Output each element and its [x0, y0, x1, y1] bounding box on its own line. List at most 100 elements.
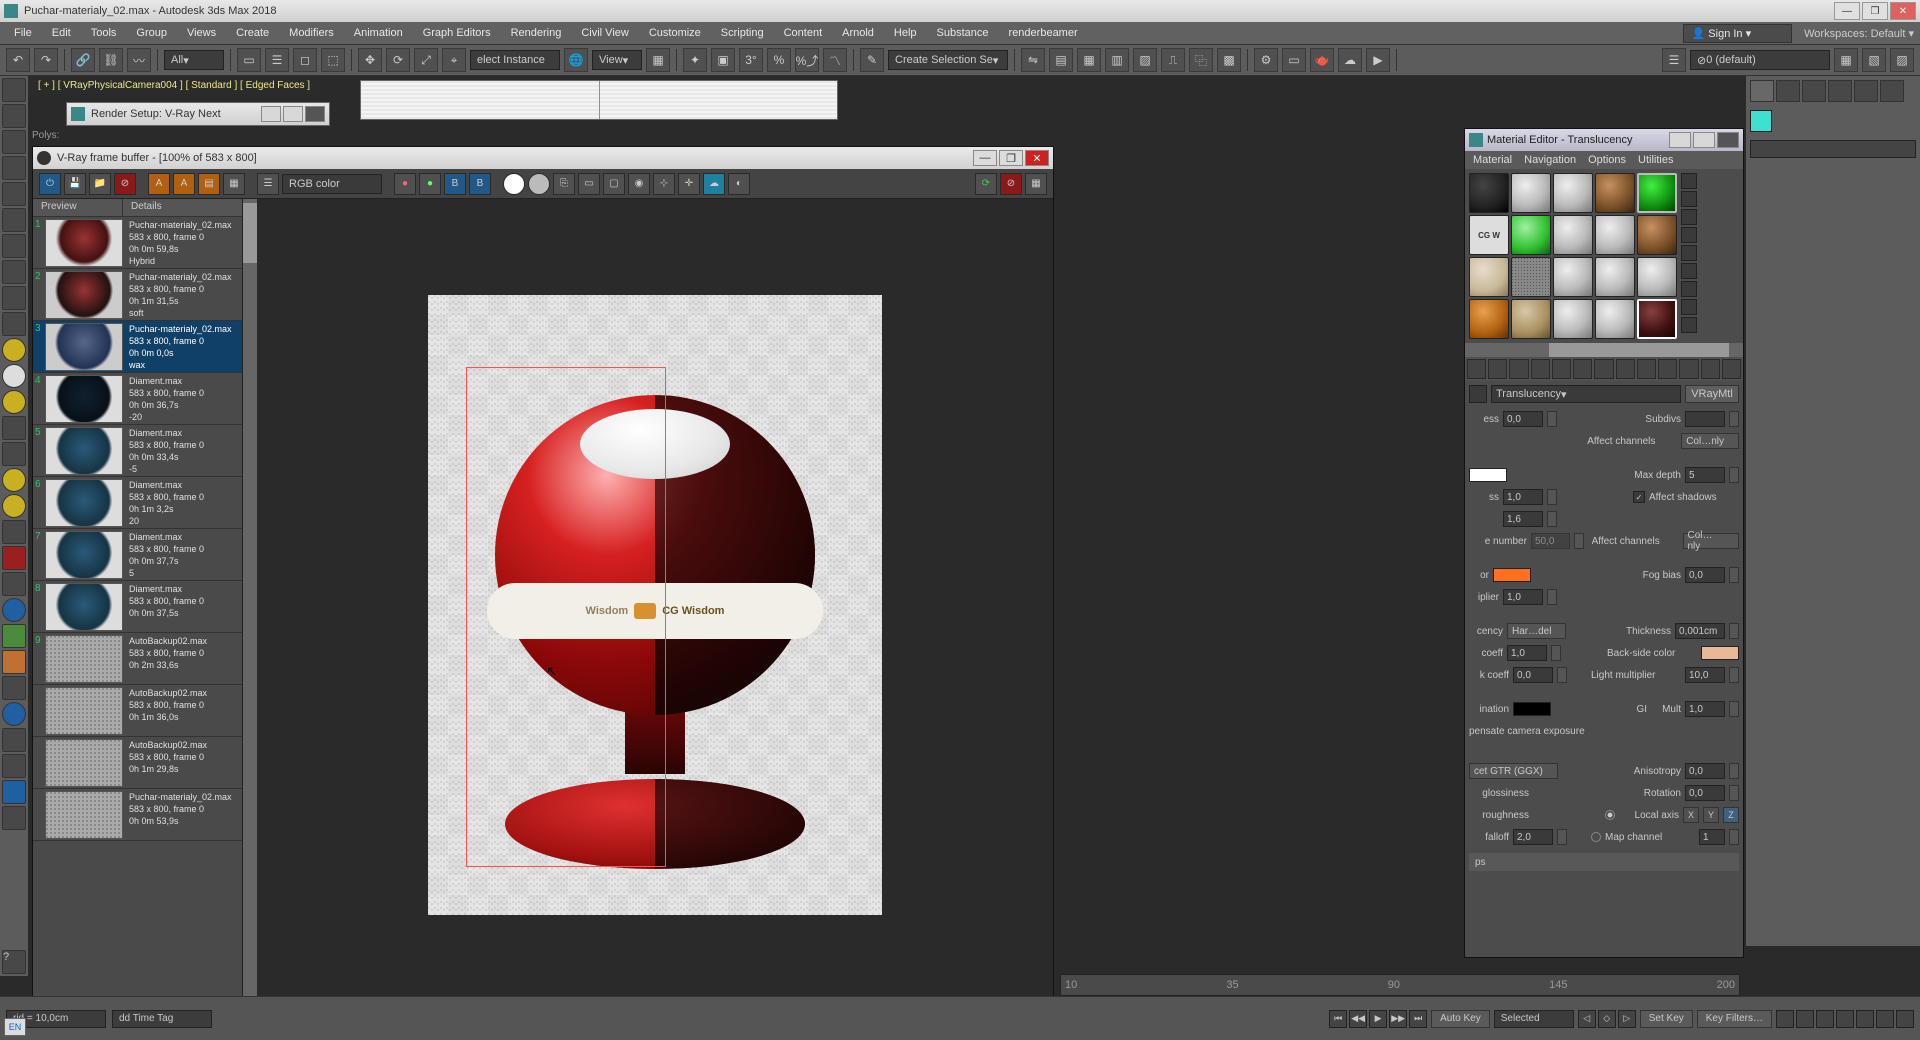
vfb-link-icon[interactable]: ◉ — [628, 173, 650, 195]
mat-slot[interactable] — [1553, 257, 1593, 297]
param-ination-swatch[interactable] — [1513, 702, 1551, 716]
param-localaxis-radio[interactable] — [1605, 810, 1615, 820]
cmd-uv-icon[interactable] — [2, 780, 26, 804]
menu-animation[interactable]: Animation — [346, 25, 411, 41]
vfb-close[interactable]: ✕ — [1025, 150, 1049, 166]
setkey-button[interactable]: Set Key — [1640, 1010, 1693, 1028]
menu-grapheditors[interactable]: Graph Editors — [415, 25, 499, 41]
selectname-button[interactable]: ☰ — [265, 48, 289, 72]
viewport-label[interactable]: [ + ] [ VRayPhysicalCamera004 ] [ Standa… — [28, 76, 320, 94]
spinner[interactable] — [1729, 467, 1739, 483]
rotate-button[interactable]: ⟳ — [386, 48, 410, 72]
cmd-display-tab[interactable] — [1854, 80, 1878, 102]
spinner-snap-button[interactable]: %⤴ — [795, 48, 819, 72]
spinner[interactable] — [1729, 829, 1739, 845]
angle-snap-button[interactable]: 3° — [739, 48, 763, 72]
cmd-cone-icon[interactable] — [2, 416, 26, 440]
mat-slot[interactable] — [1553, 215, 1593, 255]
menu-edit[interactable]: Edit — [44, 25, 79, 41]
param-mapchannel-value[interactable]: 1 — [1699, 829, 1725, 845]
nav-zoomext-icon[interactable] — [1816, 1010, 1834, 1028]
spinner[interactable] — [1551, 645, 1561, 661]
render-online-button[interactable]: ☁ — [1338, 48, 1362, 72]
medit-side-light-icon[interactable] — [1681, 209, 1697, 225]
cmd-sphere-blue-icon[interactable] — [2, 598, 26, 622]
reference-field[interactable]: elect Instance — [470, 50, 560, 70]
percent-snap-button[interactable]: % — [767, 48, 791, 72]
cmd-grid-icon[interactable] — [2, 156, 26, 180]
render-setup-maximize[interactable] — [283, 106, 303, 122]
medit-show-icon[interactable] — [1637, 359, 1656, 379]
mat-slot[interactable] — [1553, 299, 1593, 339]
cmd-sphere-white-icon[interactable] — [2, 364, 26, 388]
param-falloff-value[interactable]: 2,0 — [1513, 829, 1553, 845]
medit-sibling-icon[interactable] — [1701, 359, 1720, 379]
vfb-region-selection[interactable] — [466, 367, 666, 867]
cmd-dropdown[interactable] — [1750, 140, 1916, 158]
param-ess-value[interactable]: 0,0 — [1503, 411, 1543, 427]
history-row[interactable]: 3Puchar-materialy_02.max 583 x 800, fram… — [33, 321, 242, 373]
spinner[interactable] — [1547, 589, 1557, 605]
curve-button[interactable]: ⎍ — [1161, 48, 1185, 72]
viewport-thumbnail[interactable] — [360, 80, 838, 120]
medit-side-final-icon[interactable] — [1681, 317, 1697, 333]
vfb-stop-icon[interactable]: ⊘ — [1000, 173, 1022, 195]
ex2-button[interactable]: ▧ — [1862, 48, 1886, 72]
medit-side-back-icon[interactable] — [1681, 191, 1697, 207]
bind-button[interactable]: 〰 — [127, 48, 151, 72]
cmd-sphere-yellow2-icon[interactable] — [2, 390, 26, 414]
goto-start-icon[interactable]: ⏮ — [1329, 1010, 1347, 1028]
align-button[interactable]: ▤ — [1049, 48, 1073, 72]
cmd-pen-icon[interactable] — [2, 546, 26, 570]
render-setup-window[interactable]: Render Setup: V-Ray Next — [66, 102, 330, 126]
history-row[interactable]: 2Puchar-materialy_02.max 583 x 800, fram… — [33, 269, 242, 321]
medit-button[interactable]: ▩ — [1217, 48, 1241, 72]
keyfilters-button[interactable]: Key Filters… — [1697, 1010, 1772, 1028]
vfb-mono-icon[interactable] — [503, 173, 525, 195]
restore-button[interactable]: ❐ — [1862, 2, 1888, 20]
param-fogbias-value[interactable]: 0,0 — [1685, 567, 1725, 583]
vfb-r-icon[interactable]: ● — [394, 173, 416, 195]
param-affectch-dropdown[interactable]: Col…nly — [1681, 433, 1739, 449]
mat-slot[interactable] — [1511, 215, 1551, 255]
medit-material-name[interactable]: Translucency ▾ — [1491, 385, 1681, 403]
param-thickness-value[interactable]: 0,001cm — [1675, 623, 1725, 639]
close-button[interactable]: ✕ — [1890, 2, 1916, 20]
vfb-minimize[interactable]: — — [973, 150, 997, 166]
undo-button[interactable]: ↶ — [6, 48, 30, 72]
namedset-button[interactable]: ✎ — [860, 48, 884, 72]
mat-slot[interactable] — [1637, 257, 1677, 297]
vfb-center-icon[interactable]: ✛ — [678, 173, 700, 195]
select-filter[interactable]: All ▾ — [164, 50, 224, 70]
menu-civilview[interactable]: Civil View — [573, 25, 636, 41]
vfb-power-icon[interactable]: ⏻ — [39, 173, 61, 195]
cmd-misc-icon[interactable] — [2, 806, 26, 830]
render-last-button[interactable]: ▶ — [1366, 48, 1390, 72]
menu-help[interactable]: Help — [886, 25, 925, 41]
history-preview-header[interactable]: Preview — [33, 199, 123, 216]
menu-tools[interactable]: Tools — [83, 25, 125, 41]
mat-slot[interactable] — [1511, 173, 1551, 213]
edit-named-button[interactable]: 〽 — [823, 48, 847, 72]
rectsel-button[interactable]: ◻ — [293, 48, 317, 72]
param-rotation-value[interactable]: 0,0 — [1685, 785, 1725, 801]
vfb-b-icon[interactable]: B — [444, 173, 466, 195]
menu-customize[interactable]: Customize — [641, 25, 709, 41]
nav-fov-icon[interactable] — [1836, 1010, 1854, 1028]
vfb-copy-icon[interactable]: ⎘ — [553, 173, 575, 195]
autokey-button[interactable]: Auto Key — [1431, 1010, 1490, 1028]
spinner[interactable] — [1729, 623, 1739, 639]
param-backside-swatch[interactable] — [1701, 646, 1739, 660]
prev-frame-icon[interactable]: ◀◀ — [1349, 1010, 1367, 1028]
param-ss-value2[interactable]: 1,6 — [1503, 511, 1543, 527]
history-row[interactable]: 7Diament.max 583 x 800, frame 0 0h 0m 37… — [33, 529, 242, 581]
window-cross-button[interactable]: ⬚ — [321, 48, 345, 72]
medit-menu-material[interactable]: Material — [1469, 154, 1516, 166]
cmd-text-icon[interactable] — [2, 650, 26, 674]
layer2-button[interactable]: ▥ — [1105, 48, 1129, 72]
medit-material-type[interactable]: VRayMtl — [1685, 385, 1739, 403]
vfb-text2-icon[interactable]: A — [173, 173, 195, 195]
mat-slot[interactable] — [1469, 173, 1509, 213]
spinner[interactable] — [1729, 411, 1739, 427]
param-anisotropy-value[interactable]: 0,0 — [1685, 763, 1725, 779]
